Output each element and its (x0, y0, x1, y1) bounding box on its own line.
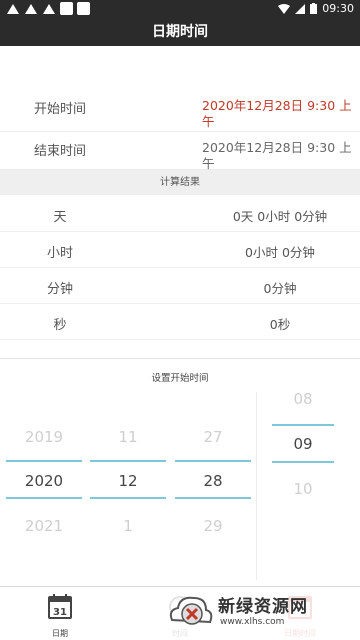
end-time-label: 结束时间 (34, 144, 87, 159)
page-title: 日期时间 (0, 18, 360, 46)
signal-icon (295, 3, 306, 14)
notification-icon (25, 4, 37, 14)
result-label: 秒 (53, 318, 67, 333)
day-selected[interactable]: 28 (175, 472, 251, 490)
month-selected[interactable]: 12 (90, 472, 166, 490)
battery-icon (310, 3, 318, 14)
app-notification-icon (60, 2, 73, 15)
wheel-divider (90, 497, 166, 499)
start-time-value[interactable]: 2020年12月28日 9:30 上午 (202, 98, 358, 130)
date-range-section: 开始时间 2020年12月28日 9:30 上午 结束时间 2020年12月28… (0, 90, 360, 172)
result-row-seconds: 秒 0秒 (0, 304, 360, 340)
result-value: 0天 0小时 0分钟 (232, 209, 328, 224)
wheel-divider (175, 497, 251, 499)
wheel-divider (6, 497, 82, 499)
wheel-divider (6, 460, 82, 462)
system-icons: 09:30 (278, 2, 354, 15)
wheel-divider (175, 460, 251, 462)
wheel-divider (272, 461, 334, 463)
wheel-divider (272, 424, 334, 426)
picker-title: 设置开始时间 (151, 373, 209, 384)
result-row-minutes: 分钟 0分钟 (0, 268, 360, 304)
hour-selected[interactable]: 09 (272, 435, 334, 453)
month-prev[interactable]: 11 (90, 428, 166, 446)
status-bar: 09:30 (0, 0, 360, 18)
notification-icons (6, 2, 90, 15)
result-value: 0小时 0分钟 (245, 245, 315, 260)
result-label: 天 (53, 210, 67, 225)
result-value: 0秒 (269, 317, 291, 332)
tab-label: 日期 (52, 629, 68, 638)
day-prev[interactable]: 27 (175, 428, 251, 446)
divider (0, 358, 360, 359)
wheel-divider (90, 460, 166, 462)
year-prev[interactable]: 2019 (6, 428, 82, 446)
hour-next[interactable]: 10 (272, 480, 334, 498)
watermark: 新绿资源网 www.xlhs.com (162, 588, 338, 638)
hour-prev[interactable]: 08 (272, 390, 334, 408)
wifi-icon (278, 3, 291, 14)
app-notification-icon (77, 2, 90, 15)
result-row-hours: 小时 0小时 0分钟 (0, 232, 360, 268)
day-next[interactable]: 29 (175, 517, 251, 535)
end-time-value[interactable]: 2020年12月28日 9:30 上午 (202, 140, 358, 172)
watermark-url: www.xlhs.com (220, 617, 285, 627)
year-selected[interactable]: 2020 (6, 472, 82, 490)
clock-time: 09:30 (322, 2, 354, 15)
year-next[interactable]: 2021 (6, 517, 82, 535)
result-label: 分钟 (46, 282, 73, 297)
result-value: 0分钟 (263, 281, 297, 296)
result-label: 小时 (46, 246, 73, 261)
start-time-row[interactable]: 开始时间 2020年12月28日 9:30 上午 (0, 90, 360, 132)
end-time-row[interactable]: 结束时间 2020年12月28日 9:30 上午 (0, 132, 360, 172)
calendar-badge: 31 (53, 607, 67, 618)
notification-icon (7, 4, 19, 14)
month-next[interactable]: 1 (90, 517, 166, 535)
watermark-logo-icon (169, 596, 213, 625)
result-row-days: 天 0天 0小时 0分钟 (0, 196, 360, 232)
tab-date[interactable]: 31 日期 (0, 587, 120, 640)
calendar-icon: 31 (48, 594, 72, 619)
watermark-title: 新绿资源网 (218, 597, 308, 617)
start-time-label: 开始时间 (34, 102, 87, 117)
results-header: 计算结果 (0, 170, 360, 195)
notification-icon (43, 4, 55, 14)
